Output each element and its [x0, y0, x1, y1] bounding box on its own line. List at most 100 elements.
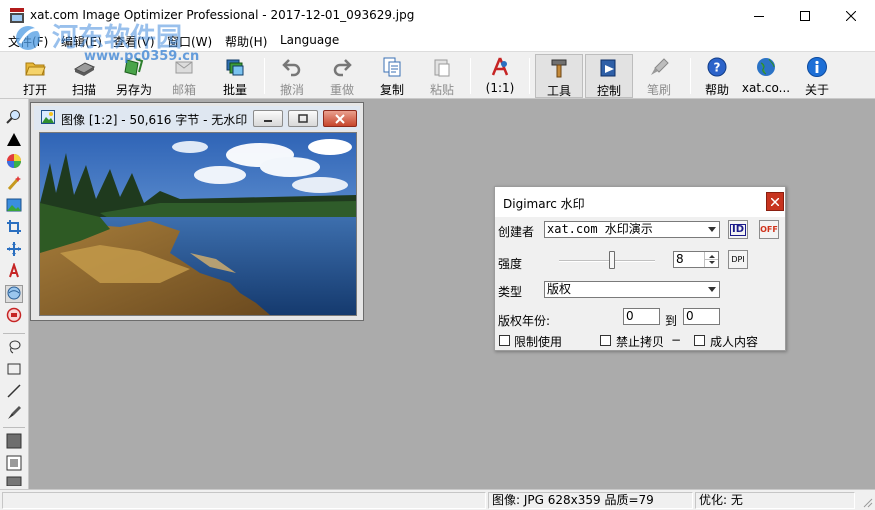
redo-icon: [331, 56, 353, 78]
save-as-icon: [123, 56, 145, 78]
scanner-icon: [73, 56, 95, 78]
brush-button[interactable]: 笔刷: [635, 54, 683, 98]
tool-separator: [3, 333, 25, 334]
restrict-use-checkbox[interactable]: [499, 335, 510, 346]
menu-window[interactable]: 窗口(W): [167, 33, 212, 50]
left-tool-strip: [0, 99, 29, 489]
menu-help[interactable]: 帮助(H): [225, 33, 267, 50]
window-title: xat.com Image Optimizer Professional - 2…: [30, 8, 415, 22]
levels-tool-button[interactable]: [5, 131, 23, 149]
close-button[interactable]: [828, 0, 874, 31]
batch-button[interactable]: 批量: [211, 54, 259, 98]
actual-size-button[interactable]: (1:1): [476, 54, 524, 98]
image-window-close-button[interactable]: [323, 110, 357, 127]
redo-button[interactable]: 重做: [318, 54, 366, 98]
dpi-button[interactable]: DPI: [728, 250, 748, 269]
year-from-input[interactable]: 0: [623, 308, 660, 325]
lasso-icon: [6, 339, 22, 358]
app-icon: [9, 7, 25, 24]
year-from-value: 0: [626, 309, 634, 323]
status-image-info: 图像: JPG 628x359 品质=79: [488, 492, 693, 509]
paste-button[interactable]: 粘贴: [418, 54, 466, 98]
strength-slider[interactable]: [559, 251, 655, 271]
website-button[interactable]: xat.co...: [742, 54, 790, 98]
spinner-arrows-icon: [704, 252, 718, 267]
adult-content-checkbox[interactable]: [694, 335, 705, 346]
open-folder-icon: [24, 56, 46, 78]
crop-tool-button[interactable]: [5, 219, 23, 237]
text-tool-button[interactable]: [5, 261, 23, 282]
image-window-restore-button[interactable]: [288, 110, 318, 127]
title-bar: xat.com Image Optimizer Professional - 2…: [0, 0, 875, 31]
color-wheel-icon: [6, 153, 22, 172]
pattern-button[interactable]: [5, 476, 23, 487]
status-bar: 图像: JPG 628x359 品质=79 优化: 无: [0, 489, 875, 510]
undo-button[interactable]: 撤消: [268, 54, 316, 98]
off-button[interactable]: OFF: [759, 220, 779, 239]
text-tool-icon: [6, 261, 22, 282]
save-as-button[interactable]: 另存为: [110, 54, 158, 98]
wand-tool-button[interactable]: [5, 175, 23, 193]
copy-button[interactable]: 复制: [368, 54, 416, 98]
line-tool-button[interactable]: [5, 383, 23, 401]
restrict-use-label: 限制使用: [514, 335, 563, 349]
minimize-button[interactable]: [736, 0, 782, 31]
magnifier-icon: [6, 109, 22, 128]
move-tool-button[interactable]: [5, 241, 23, 259]
line-icon: [6, 383, 22, 402]
tools-toggle[interactable]: 工具: [535, 54, 583, 98]
main-toolbar: 打开 扫描 另存为 邮箱 批量 撤消 重做 复制 粘贴 (1:1) 工具 控制 …: [0, 51, 875, 99]
batch-icon: [224, 56, 246, 78]
year-to-label: 到: [665, 314, 678, 328]
landscape-photo: [40, 133, 356, 315]
menu-file[interactable]: 文件(F): [8, 33, 48, 50]
image-window-titlebar[interactable]: 图像 [1:2] - 50,616 字节 - 无水印: [34, 106, 360, 130]
watermark-tool-icon: [6, 285, 22, 304]
no-copy-label: 禁止拷贝: [616, 335, 665, 349]
slider-thumb[interactable]: [609, 251, 615, 269]
image-window-minimize-button[interactable]: [253, 110, 283, 127]
digimarc-dialog[interactable]: Digimarc 水印 创建者 xat.com 水印演示 ID OFF 强度 8…: [494, 186, 786, 351]
scan-button[interactable]: 扫描: [60, 54, 108, 98]
strength-value: 8: [676, 252, 684, 266]
menu-language[interactable]: Language: [280, 33, 339, 47]
foreground-color-button[interactable]: [5, 433, 23, 451]
dialog-close-button[interactable]: [766, 192, 784, 211]
off-label: OFF: [760, 225, 778, 234]
watermark-tool-button[interactable]: [5, 285, 23, 303]
dpi-label: DPI: [731, 255, 745, 264]
toolbar-separator: [470, 58, 471, 94]
maximize-button[interactable]: [782, 0, 828, 31]
background-color-button[interactable]: [5, 455, 23, 473]
rectangle-tool-button[interactable]: [5, 361, 23, 379]
dialog-titlebar[interactable]: Digimarc 水印: [495, 187, 785, 217]
no-copy-checkbox[interactable]: [600, 335, 611, 346]
image-tool-button[interactable]: [5, 197, 23, 215]
menu-edit[interactable]: 编辑(E): [61, 33, 102, 50]
mail-button[interactable]: 邮箱: [160, 54, 208, 98]
lasso-tool-button[interactable]: [5, 339, 23, 357]
copyright-year-label: 版权年份:: [498, 314, 551, 328]
type-dropdown[interactable]: 版权: [544, 281, 720, 298]
about-button[interactable]: 关于: [793, 54, 841, 98]
open-button[interactable]: 打开: [11, 54, 59, 98]
info-icon: [806, 56, 828, 78]
paste-icon: [431, 56, 453, 78]
image-canvas[interactable]: [39, 132, 357, 316]
image-window[interactable]: 图像 [1:2] - 50,616 字节 - 无水印: [30, 102, 364, 321]
menu-view[interactable]: 查看(V): [113, 33, 155, 50]
color-tool-button[interactable]: [5, 153, 23, 171]
move-arrows-icon: [6, 241, 22, 260]
help-button[interactable]: ? 帮助: [693, 54, 741, 98]
creator-dropdown[interactable]: xat.com 水印演示: [544, 221, 720, 238]
close-icon: [770, 195, 780, 209]
image-window-title: 图像 [1:2] - 50,616 字节 - 无水印: [61, 113, 248, 127]
control-toggle[interactable]: 控制: [585, 54, 633, 98]
brush-tool-button[interactable]: [5, 405, 23, 423]
id-button[interactable]: ID: [728, 220, 748, 239]
year-to-input[interactable]: 0: [683, 308, 720, 325]
stamp-tool-button[interactable]: [5, 307, 23, 325]
toolbar-separator: [264, 58, 265, 94]
zoom-tool-button[interactable]: [5, 109, 23, 127]
strength-spinner[interactable]: 8: [673, 251, 719, 268]
